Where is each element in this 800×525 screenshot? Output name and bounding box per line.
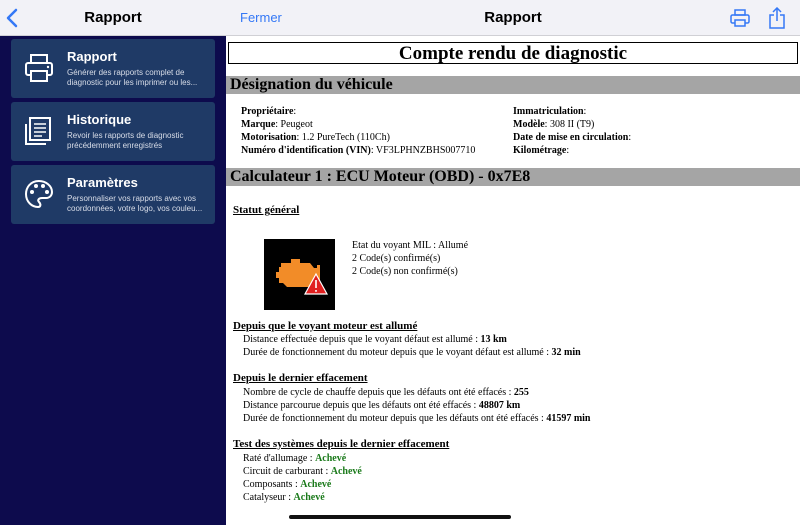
field-owner: Propriétaire: [241,106,297,117]
test-line: Catalyseur : Achevé [243,492,325,503]
sidebar-card-parametres[interactable]: Paramètres Personnaliser vos rapports av… [11,165,215,224]
sidebar-card-rapport[interactable]: Rapport Générer des rapports complet de … [11,39,215,98]
home-indicator[interactable] [289,515,511,519]
clear-line: Durée de fonctionnement du moteur depuis… [243,413,591,424]
card-description: Générer des rapports complet de diagnost… [67,68,198,87]
test-line: Raté d'allumage : Achevé [243,453,347,464]
test-heading: Test des systèmes depuis le dernier effa… [233,438,450,450]
card-description: Revoir les rapports de diagnostic précéd… [67,131,184,150]
clear-line: Nombre de cycle de chauffe depuis que le… [243,387,529,398]
field-mileage: Kilométrage: [513,145,570,156]
card-title: Rapport [67,49,117,64]
vehicle-section-header: Désignation du véhicule [226,76,800,94]
engine-warning-icon [264,239,335,310]
test-line: Composants : Achevé [243,479,332,490]
status-heading: Statut général [233,204,300,216]
mil-heading: Depuis que le voyant moteur est allumé [233,320,418,332]
share-icon[interactable] [768,7,786,29]
card-description: Personnaliser vos rapports avec vos coor… [67,194,203,213]
status-line: 2 Code(s) confirmé(s) [352,253,441,264]
palette-icon [24,179,54,209]
field-registration: Immatriculation: [513,106,587,117]
ecu-section-header: Calculateur 1 : ECU Moteur (OBD) - 0x7E8 [226,168,800,186]
report-title: Compte rendu de diagnostic [228,42,798,64]
field-engine: Motorisation: 1.2 PureTech (110Ch) [241,132,390,143]
clear-heading: Depuis le dernier effacement [233,372,368,384]
field-registration-date: Date de mise en circulation: [513,132,632,143]
top-navigation-bar: Fermer Rapport [226,0,800,36]
field-model: Modèle: 308 II (T9) [513,119,595,130]
sidebar-header: Rapport [0,0,226,36]
status-line: Etat du voyant MIL : Allumé [352,240,469,251]
field-make: Marque: Peugeot [241,119,313,130]
card-title: Paramètres [67,175,138,190]
sidebar: Rapport Rapport Générer des rapports com… [0,0,226,525]
test-line: Circuit de carburant : Achevé [243,466,362,477]
mil-line: Durée de fonctionnement du moteur depuis… [243,347,581,358]
clear-line: Distance parcourue depuis que les défaut… [243,400,521,411]
field-vin: Numéro d'identification (VIN): VF3LPHNZB… [241,145,476,156]
status-line: 2 Code(s) non confirmé(s) [352,266,458,277]
sidebar-card-historique[interactable]: Historique Revoir les rapports de diagno… [11,102,215,161]
documents-icon [25,117,51,145]
report-panel: Fermer Rapport Compte rendu de diagnosti… [226,0,800,525]
mil-line: Distance effectuée depuis que le voyant … [243,334,507,345]
card-title: Historique [67,112,132,127]
printer-icon [25,54,53,82]
sidebar-title: Rapport [84,9,142,26]
print-icon[interactable] [730,9,750,27]
page-title: Rapport [484,9,542,26]
